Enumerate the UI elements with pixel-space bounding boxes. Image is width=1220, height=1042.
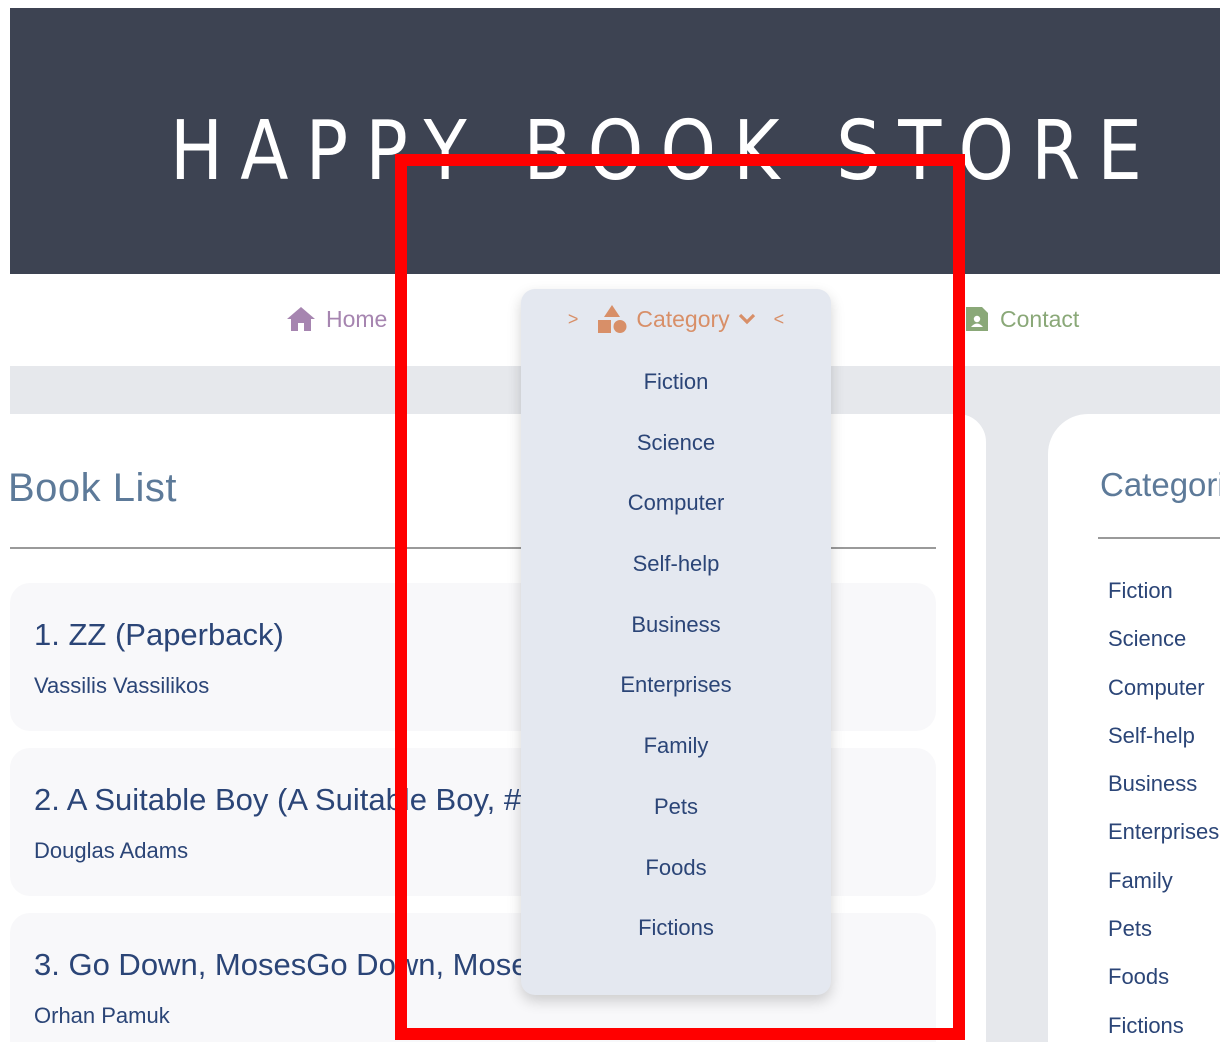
sidebar-category-item[interactable]: Enterprises — [1108, 819, 1219, 867]
nav-home-label: Home — [326, 305, 388, 332]
book-title[interactable]: 1. ZZ (Paperback) — [34, 617, 284, 653]
sidebar-category-item[interactable]: Pets — [1108, 916, 1219, 964]
divider — [1098, 537, 1220, 539]
book-author: Douglas Adams — [34, 838, 189, 863]
book-list-heading: Book List — [8, 466, 178, 510]
contact-card-icon — [966, 307, 988, 331]
sidebar-heading: Categori — [1100, 466, 1220, 503]
book-author: Vassilis Vassilikos — [34, 673, 210, 698]
book-author: Orhan Pamuk — [34, 1003, 170, 1028]
house-icon — [287, 307, 315, 331]
sidebar-category-item[interactable]: Fictions — [1108, 1013, 1219, 1042]
nav-contact-label: Contact — [1000, 305, 1080, 332]
sidebar-category-list: Fiction Science Computer Self-help Busin… — [1108, 578, 1219, 1042]
nav-contact-link[interactable]: Contact — [964, 302, 1079, 336]
sidebar-category-item[interactable]: Foods — [1108, 964, 1219, 1012]
sidebar-category-item[interactable]: Family — [1108, 868, 1219, 916]
sidebar-category-item[interactable]: Self-help — [1108, 723, 1219, 771]
sidebar-category-item[interactable]: Computer — [1108, 675, 1219, 723]
sidebar-category-item[interactable]: Science — [1108, 626, 1219, 674]
sidebar-category-item[interactable]: Business — [1108, 771, 1219, 819]
nav-home-link[interactable]: Home — [286, 302, 387, 336]
sidebar-category-item[interactable]: Fiction — [1108, 578, 1219, 626]
highlight-frame — [395, 154, 965, 1040]
